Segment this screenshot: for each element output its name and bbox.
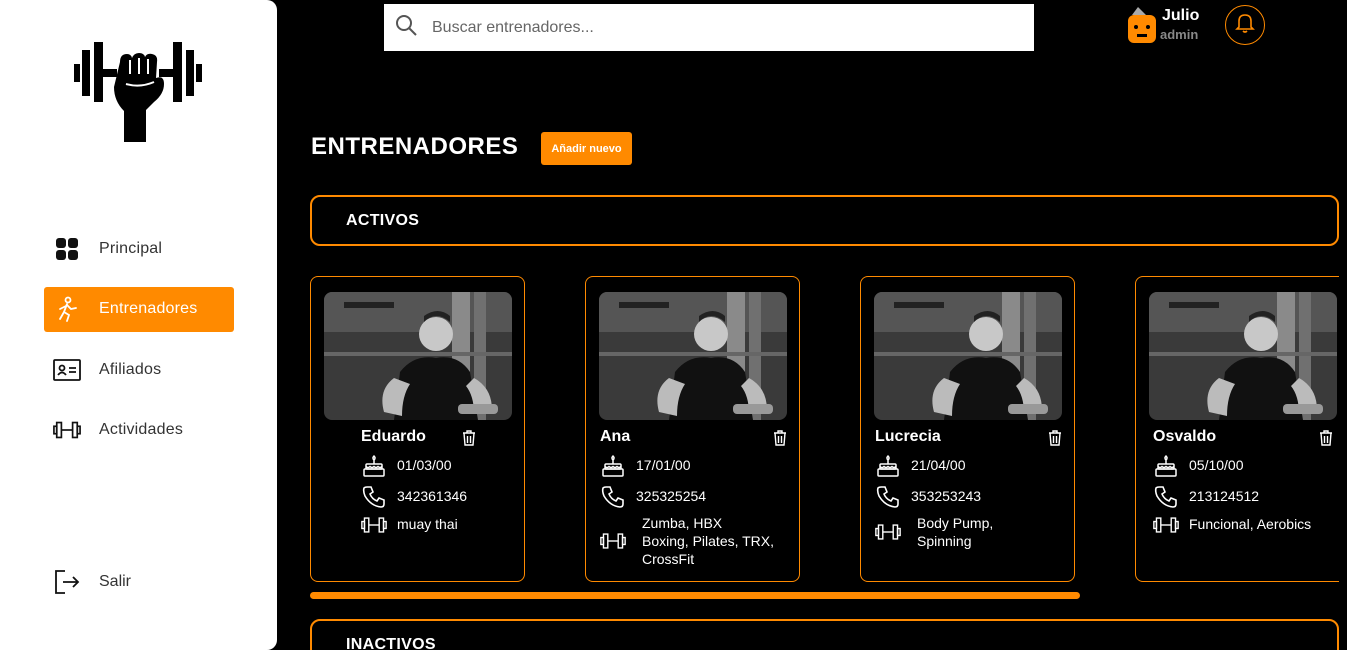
sidebar-item-actividades[interactable]: Actividades	[44, 408, 234, 453]
sidebar-nav: Principal Entrenadores Afiliados Activid…	[44, 226, 234, 468]
trainer-phone-row: 342361346	[361, 484, 467, 510]
trash-icon[interactable]	[773, 430, 787, 446]
section-header-activos[interactable]: ACTIVOS	[310, 195, 1339, 246]
sidebar-item-label: Afiliados	[99, 360, 162, 378]
trainer-birthdate: 01/03/00	[397, 457, 452, 473]
trash-icon[interactable]	[462, 430, 476, 446]
dumbbell-icon	[361, 512, 387, 538]
bell-icon	[1235, 12, 1255, 39]
trainer-phone-row: 325325254	[600, 484, 706, 510]
search-icon	[394, 13, 418, 42]
trainer-activities: Funcional, Aerobics	[1189, 515, 1339, 533]
trainer-card[interactable]: Ana 17/01/00 325325254 Zumba, HBX Boxing…	[585, 276, 800, 582]
grid-icon	[53, 235, 81, 263]
trainer-name: Lucrecia	[875, 428, 941, 445]
cake-icon	[600, 453, 626, 479]
cake-icon	[875, 453, 901, 479]
sidebar: Principal Entrenadores Afiliados Activid…	[0, 0, 277, 650]
user-name: Julio	[1162, 7, 1200, 24]
section-title: INACTIVOS	[346, 635, 436, 650]
sidebar-item-label: Actividades	[99, 421, 184, 438]
activity-line: Spinning	[917, 533, 972, 549]
trainer-birthdate-row: 17/01/00	[600, 453, 691, 479]
trash-icon[interactable]	[1048, 430, 1062, 446]
sidebar-item-label: Entrenadores	[99, 300, 198, 317]
trainer-phone: 342361346	[397, 488, 468, 504]
activity-line: Boxing, Pilates, TRX,	[642, 533, 775, 549]
logout-icon	[53, 568, 81, 596]
activity-line: Zumba, HBX	[642, 515, 723, 531]
trainer-phone: 325325254	[636, 488, 707, 504]
trainer-birthdate-row: 21/04/00	[875, 453, 966, 479]
page-title: ENTRENADORES	[311, 133, 519, 160]
user-menu[interactable]: Julio admin	[1122, 5, 1212, 45]
trainer-activities-row: muay thai	[361, 512, 517, 538]
activity-line: CrossFit	[642, 551, 695, 567]
section-header-inactivos[interactable]: INACTIVOS	[310, 619, 1339, 650]
trainer-birthdate-row: 05/10/00	[1153, 453, 1244, 479]
dumbbell-icon	[600, 528, 626, 554]
activity-line: muay thai	[397, 516, 458, 532]
trainer-card[interactable]: Osvaldo 05/10/00 213124512 Funcional, Ae…	[1135, 276, 1339, 582]
avatar	[1128, 7, 1156, 43]
section-title: ACTIVOS	[346, 211, 420, 229]
trainer-name: Eduardo	[361, 428, 426, 445]
trainer-carousel: Eduardo 01/03/00 342361346 muay thai Ana…	[310, 276, 1339, 586]
sidebar-item-principal[interactable]: Principal	[44, 226, 234, 271]
gym-logo	[74, 42, 202, 142]
trainer-card[interactable]: Eduardo 01/03/00 342361346 muay thai	[310, 276, 525, 582]
trainer-card[interactable]: Lucrecia 21/04/00 353253243 Body Pump, S…	[860, 276, 1075, 582]
dumbbell-icon	[875, 519, 901, 545]
trainer-birthdate: 21/04/00	[911, 457, 966, 473]
runner-icon	[53, 295, 81, 323]
trainer-birthdate-row: 01/03/00	[361, 453, 452, 479]
sidebar-item-entrenadores[interactable]: Entrenadores	[44, 286, 234, 332]
phone-icon	[1153, 484, 1179, 510]
id-card-icon	[53, 356, 81, 384]
dumbbell-icon	[53, 416, 81, 444]
trainer-birthdate: 05/10/00	[1189, 457, 1244, 473]
search-bar	[384, 4, 1034, 51]
trainer-activities-row: Zumba, HBX Boxing, Pilates, TRX, CrossFi…	[600, 514, 792, 568]
carousel-scrollbar[interactable]	[310, 592, 1080, 599]
notifications-button[interactable]	[1225, 5, 1265, 45]
phone-icon	[875, 484, 901, 510]
phone-icon	[600, 484, 626, 510]
trainer-photo	[874, 292, 1062, 420]
trainer-activities: Zumba, HBX Boxing, Pilates, TRX, CrossFi…	[642, 514, 792, 568]
search-input[interactable]	[432, 18, 992, 37]
activity-line: Body Pump,	[917, 515, 994, 531]
trainer-phone: 353253243	[911, 488, 982, 504]
trash-icon[interactable]	[1319, 430, 1333, 446]
trainer-photo	[599, 292, 787, 420]
add-new-button[interactable]: Añadir nuevo	[541, 132, 632, 165]
trainer-phone-row: 213124512	[1153, 484, 1259, 510]
cake-icon	[1153, 453, 1179, 479]
trainer-phone: 213124512	[1189, 488, 1260, 504]
logout-label: Salir	[99, 573, 132, 590]
trainer-birthdate: 17/01/00	[636, 457, 691, 473]
dumbbell-icon	[1153, 512, 1179, 538]
activity-line: Funcional, Aerobics	[1189, 516, 1312, 532]
trainer-name: Osvaldo	[1153, 428, 1217, 445]
trainer-activities: Body Pump, Spinning	[917, 514, 1037, 550]
trainer-activities-row: Funcional, Aerobics	[1153, 512, 1339, 538]
sidebar-item-label: Principal	[99, 239, 163, 257]
trainer-photo	[324, 292, 512, 420]
trainer-name: Ana	[600, 428, 631, 445]
trainer-activities: muay thai	[397, 515, 517, 533]
phone-icon	[361, 484, 387, 510]
trainer-phone-row: 353253243	[875, 484, 981, 510]
cake-icon	[361, 453, 387, 479]
sidebar-item-afiliados[interactable]: Afiliados	[44, 347, 234, 392]
trainer-activities-row: Body Pump, Spinning	[875, 514, 1037, 550]
trainer-photo	[1149, 292, 1337, 420]
logout-button[interactable]: Salir	[53, 568, 131, 596]
user-role: admin	[1160, 27, 1199, 42]
